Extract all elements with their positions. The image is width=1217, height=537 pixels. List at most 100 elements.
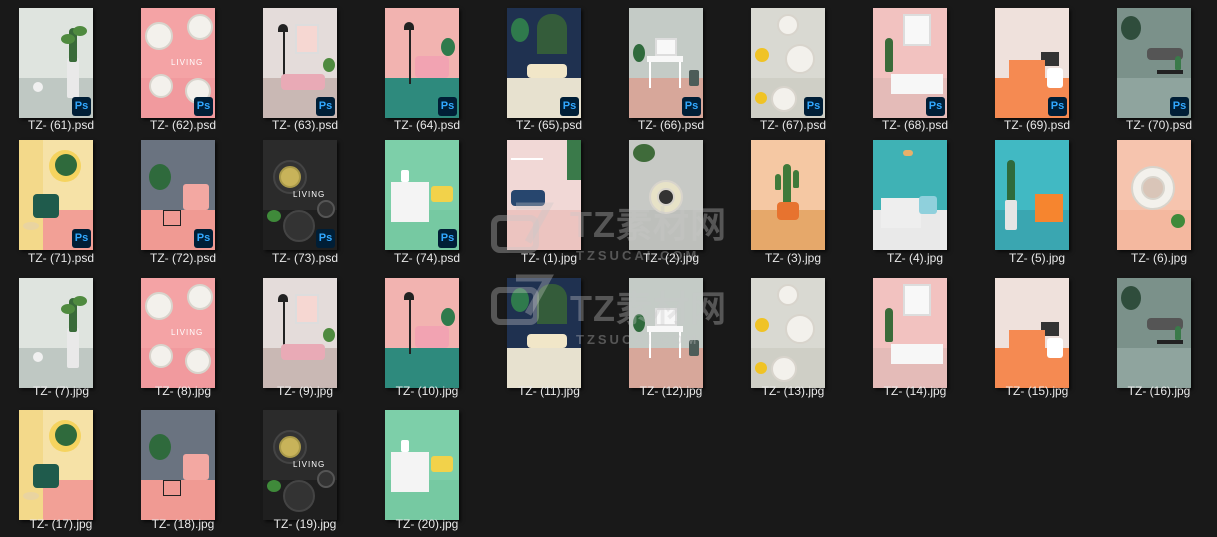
thumbnail-decor bbox=[267, 210, 281, 222]
thumbnail-decor bbox=[149, 164, 171, 190]
file-thumbnail bbox=[385, 410, 459, 520]
thumbnail-decor bbox=[183, 454, 209, 480]
thumbnail-decor bbox=[783, 164, 791, 204]
file-item[interactable]: TZ- (20).jpg bbox=[366, 0, 488, 531]
file-name: TZ- (12).jpg bbox=[639, 384, 703, 398]
thumbnail-decor bbox=[149, 434, 171, 460]
thumbnail-decor bbox=[163, 480, 181, 496]
photoshop-icon: Ps bbox=[316, 229, 335, 248]
thumbnail-decor bbox=[1035, 194, 1063, 222]
file-name: TZ- (1).jpg bbox=[520, 251, 577, 265]
thumbnail-decor bbox=[777, 284, 799, 306]
thumbnail-decor bbox=[163, 210, 181, 226]
thumbnail-decor bbox=[391, 182, 429, 222]
thumbnail-decor bbox=[1121, 286, 1141, 310]
file-name: TZ- (7).jpg bbox=[32, 384, 89, 398]
thumbnail-decor bbox=[415, 326, 449, 348]
thumbnail-decor bbox=[33, 464, 59, 488]
thumbnail-decor bbox=[441, 308, 455, 326]
thumbnail-decor bbox=[279, 436, 301, 458]
file-name: TZ- (6).jpg bbox=[1130, 251, 1187, 265]
thumbnail-decor bbox=[1005, 200, 1017, 230]
thumbnail-decor bbox=[885, 308, 893, 342]
thumbnail-decor bbox=[777, 202, 799, 220]
thumbnail-decor bbox=[679, 332, 681, 358]
thumbnail-decor bbox=[511, 190, 545, 206]
thumbnail-decor bbox=[567, 140, 581, 180]
file-name: TZ- (73).psd bbox=[271, 251, 338, 265]
file-name: TZ- (3).jpg bbox=[764, 251, 821, 265]
thumbnail-decor bbox=[775, 174, 781, 190]
file-name: TZ- (16).jpg bbox=[1127, 384, 1191, 398]
file-item[interactable]: TZ- (11).jpg bbox=[488, 0, 610, 398]
thumbnail-decor bbox=[1171, 214, 1185, 228]
file-thumbnail bbox=[1117, 278, 1191, 388]
file-name: TZ- (10).jpg bbox=[395, 384, 459, 398]
thumbnail-decor bbox=[33, 194, 59, 218]
file-thumbnail: LIVING bbox=[141, 278, 215, 388]
thumbnail-decor bbox=[431, 186, 453, 202]
thumbnail-decor bbox=[187, 284, 213, 310]
thumbnail-decor bbox=[1009, 330, 1045, 362]
file-thumbnail: LIVING bbox=[263, 410, 337, 520]
thumbnail-caption: LIVING bbox=[293, 190, 326, 199]
file-item[interactable]: TZ- (13).jpg bbox=[732, 0, 854, 398]
file-thumbnail bbox=[873, 140, 947, 250]
thumbnail-decor bbox=[278, 294, 288, 302]
thumbnail-decor bbox=[185, 348, 211, 374]
thumbnail-decor bbox=[404, 292, 414, 300]
photoshop-icon: Ps bbox=[438, 229, 457, 248]
file-thumbnail bbox=[629, 140, 703, 250]
file-name: TZ- (9).jpg bbox=[276, 384, 333, 398]
thumbnail-decor bbox=[183, 184, 209, 210]
thumbnail-decor bbox=[1047, 338, 1063, 358]
file-item[interactable]: TZ- (12).jpg bbox=[610, 0, 732, 398]
thumbnail-decor bbox=[1157, 340, 1183, 344]
file-name: TZ- (71).psd bbox=[27, 251, 94, 265]
file-name: TZ- (20).jpg bbox=[395, 517, 459, 531]
thumbnail-decor bbox=[409, 298, 411, 354]
file-thumbnail bbox=[19, 278, 93, 388]
file-item[interactable]: TZ- (17).jpg bbox=[0, 0, 122, 531]
thumbnail-decor bbox=[903, 150, 913, 156]
file-name: TZ- (18).jpg bbox=[151, 517, 215, 531]
file-name: TZ- (15).jpg bbox=[1005, 384, 1069, 398]
thumbnail-decor bbox=[67, 328, 79, 368]
thumbnail-decor bbox=[649, 332, 651, 358]
thumbnail-decor bbox=[527, 334, 567, 348]
file-name: TZ- (4).jpg bbox=[886, 251, 943, 265]
file-name: TZ- (11).jpg bbox=[518, 384, 580, 398]
thumbnail-decor bbox=[283, 210, 315, 242]
file-name: TZ- (19).jpg bbox=[273, 517, 337, 531]
file-name: TZ- (5).jpg bbox=[1008, 251, 1065, 265]
file-thumbnail bbox=[995, 140, 1069, 250]
thumbnail-caption: LIVING bbox=[171, 328, 204, 337]
file-item[interactable]: TZ- (14).jpg bbox=[854, 0, 976, 398]
thumbnail-decor bbox=[61, 304, 75, 314]
file-name: TZ- (72).psd bbox=[149, 251, 216, 265]
file-thumbnail: Ps bbox=[19, 140, 93, 250]
thumbnail-decor bbox=[267, 480, 281, 492]
thumbnail-decor bbox=[755, 318, 769, 332]
file-item[interactable]: TZ- (15).jpg bbox=[976, 0, 1098, 398]
thumbnail-decor bbox=[295, 294, 319, 324]
file-thumbnail bbox=[995, 278, 1069, 388]
thumbnail-decor bbox=[401, 440, 409, 452]
thumbnail-decor bbox=[633, 144, 655, 162]
file-name: TZ- (2).jpg bbox=[642, 251, 699, 265]
thumbnail-decor bbox=[23, 492, 39, 500]
thumbnail-decor bbox=[657, 188, 675, 206]
file-thumbnail: LIVING Ps bbox=[263, 140, 337, 250]
file-thumbnail bbox=[263, 278, 337, 388]
thumbnail-decor bbox=[891, 344, 943, 364]
thumbnail-decor bbox=[283, 480, 315, 512]
file-thumbnail bbox=[507, 140, 581, 250]
file-item[interactable]: LIVING TZ- (19).jpg bbox=[244, 0, 366, 531]
file-item[interactable]: TZ- (18).jpg bbox=[122, 0, 244, 531]
file-thumbnail: Ps bbox=[141, 140, 215, 250]
thumbnail-caption: LIVING bbox=[293, 460, 326, 469]
file-thumbnail: Ps bbox=[385, 140, 459, 250]
thumbnail-decor bbox=[55, 424, 77, 446]
thumbnail-decor bbox=[23, 222, 39, 230]
file-item[interactable]: TZ- (16).jpg bbox=[1098, 0, 1217, 398]
